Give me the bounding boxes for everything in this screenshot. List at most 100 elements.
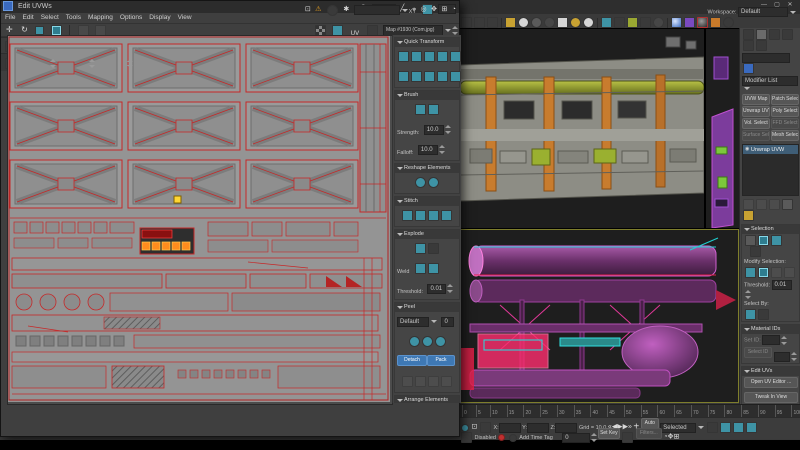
menu-mapping[interactable]: Mapping	[88, 14, 113, 21]
rollout-header-quick-transform[interactable]: Quick Transform	[395, 38, 459, 47]
zoom-icon[interactable]	[707, 422, 718, 433]
select-id-spinner[interactable]	[791, 352, 796, 361]
mirror-tool-icon[interactable]	[78, 25, 89, 36]
peel-mode-uv-icon[interactable]	[422, 336, 433, 347]
graph-editors-icon[interactable]	[614, 17, 625, 28]
modifier-list-dropdown[interactable]: Modifier List	[742, 76, 798, 86]
align-vertical-icon[interactable]	[411, 51, 422, 62]
spinner-snap-icon[interactable]	[544, 17, 555, 28]
percent-snap-icon[interactable]	[531, 17, 542, 28]
select-by-smoothing-icon[interactable]	[758, 309, 769, 320]
snap-uv-icon[interactable]	[95, 25, 106, 36]
menu-file[interactable]: File	[5, 14, 15, 21]
display-mode-dropdown[interactable]	[354, 5, 400, 15]
rotate-90-cw-icon[interactable]	[424, 71, 435, 82]
vertex-subobject-icon[interactable]	[745, 235, 756, 246]
falloff-field[interactable]: 10.0	[418, 145, 438, 155]
paint-move-brush-icon[interactable]	[415, 104, 426, 115]
shrink-selection-icon[interactable]	[758, 267, 769, 278]
rollout-header-selection[interactable]: Selection	[742, 225, 799, 234]
rollout-header-arrange[interactable]: Arrange Elements	[395, 396, 459, 403]
frame-spinner[interactable]	[591, 433, 596, 442]
detach-button[interactable]: Detach	[397, 355, 427, 366]
set-key-button[interactable]: Set Key	[598, 428, 620, 439]
schematic-view-icon[interactable]	[640, 17, 651, 28]
zoom-tool-icon[interactable]: ◎	[421, 6, 427, 13]
render-setup-icon[interactable]	[684, 17, 695, 28]
rollout-header-material-ids[interactable]: Material IDs	[742, 325, 799, 334]
edge-subobject-icon[interactable]	[758, 235, 769, 246]
modifier-button[interactable]: Vol. Select	[742, 118, 770, 129]
tab-create-icon[interactable]	[743, 29, 754, 40]
grow-selection-icon[interactable]	[745, 267, 756, 278]
zoom-region-tool-icon[interactable]: ⊞	[441, 6, 447, 13]
zoom-extents-tool-icon[interactable]: ◔	[452, 6, 456, 13]
align-to-edge-icon[interactable]	[398, 71, 409, 82]
key-filters-icon[interactable]	[622, 432, 633, 443]
relax-brush-icon[interactable]	[428, 104, 439, 115]
pin-icon[interactable]	[402, 376, 413, 387]
set-id-field[interactable]	[762, 335, 780, 345]
flatten-custom-icon[interactable]	[428, 243, 439, 254]
threshold-spinner[interactable]	[745, 290, 750, 299]
modifier-button[interactable]: Unwrap UVW	[742, 106, 770, 117]
align-horizontal-icon[interactable]	[398, 51, 409, 62]
modifier-stack[interactable]: ◉ Unwrap UVW	[742, 144, 799, 196]
strength-spinner[interactable]	[445, 125, 450, 134]
stitch-to-target-icon[interactable]	[415, 210, 426, 221]
timeline-ruler[interactable]: 0510152025303540455055606570758085909510…	[460, 404, 800, 418]
make-unique-icon[interactable]	[769, 199, 780, 210]
rollout-header-brush[interactable]: Brush	[395, 91, 459, 100]
select-by-element-icon[interactable]	[750, 246, 761, 257]
snap-toggle-icon[interactable]	[505, 17, 516, 28]
space-vertical-icon[interactable]	[450, 51, 461, 62]
space-horizontal-icon[interactable]	[437, 51, 448, 62]
mirror-icon[interactable]	[570, 17, 581, 28]
explode-threshold-field[interactable]: 0.01	[427, 284, 446, 294]
relax-until-flat-icon[interactable]	[415, 177, 426, 188]
current-frame-field[interactable]: 0	[562, 433, 590, 443]
pan-tool-icon[interactable]: ✥	[431, 6, 437, 13]
filters-button[interactable]: Filters...	[636, 428, 662, 439]
align-element-icon[interactable]	[437, 71, 448, 82]
weld-selected-icon[interactable]	[415, 263, 426, 274]
pin-stack-icon[interactable]	[743, 199, 754, 210]
menu-edit[interactable]: Edit	[22, 14, 33, 21]
modifier-button[interactable]: Patch Select	[771, 94, 799, 105]
stitch-to-source-icon[interactable]	[428, 210, 439, 221]
scene-explorer-icon[interactable]	[653, 17, 664, 28]
maxscript-listener-icon[interactable]	[461, 432, 472, 443]
edge-to-seam-icon[interactable]	[428, 376, 439, 387]
curve-editor-icon[interactable]	[627, 17, 638, 28]
configure-stack-icon[interactable]	[743, 210, 754, 221]
relax-icon[interactable]	[428, 177, 439, 188]
pelt-map-uv-icon[interactable]	[435, 336, 446, 347]
rollout-header-edit-uvs[interactable]: Edit UVs	[742, 367, 799, 376]
rotate-90-ccw-icon[interactable]	[411, 71, 422, 82]
tab-modify-icon[interactable]	[756, 29, 767, 40]
rollout-header-reshape[interactable]: Reshape Elements	[395, 164, 459, 173]
rollout-header-peel-uvw[interactable]: Peel	[395, 303, 459, 312]
weld-all-icon[interactable]	[428, 263, 439, 274]
show-end-result-icon[interactable]	[756, 199, 767, 210]
select-loop-icon[interactable]	[771, 267, 782, 278]
visibility-bulb-icon[interactable]: ◉	[745, 146, 749, 152]
tab-motion-icon[interactable]	[782, 29, 793, 40]
select-id-button[interactable]: Select ID	[744, 347, 772, 358]
rollout-header-explode[interactable]: Explode	[395, 230, 459, 239]
remove-modifier-icon[interactable]	[782, 199, 793, 210]
tweak-in-view-button[interactable]: Tweak In View	[744, 392, 798, 403]
render-production-icon[interactable]	[710, 17, 721, 28]
modifier-button[interactable]: Surface Select	[742, 130, 770, 141]
mouse-mode-icon[interactable]: ⌖	[412, 6, 416, 13]
explode-threshold-spinner[interactable]	[447, 284, 452, 293]
peel-mode-dropdown[interactable]: Default	[397, 317, 429, 327]
add-time-tag-label[interactable]: Add Time Tag	[519, 435, 553, 441]
menu-display[interactable]: Display	[149, 14, 170, 21]
quick-peel-uv-icon[interactable]	[409, 336, 420, 347]
zoom-extents-icon[interactable]	[733, 422, 744, 433]
tab-hierarchy-icon[interactable]	[769, 29, 780, 40]
rollout-header-stitch[interactable]: Stitch	[395, 197, 459, 206]
rendered-frame-icon[interactable]	[697, 17, 708, 28]
object-color-swatch[interactable]	[743, 63, 754, 74]
